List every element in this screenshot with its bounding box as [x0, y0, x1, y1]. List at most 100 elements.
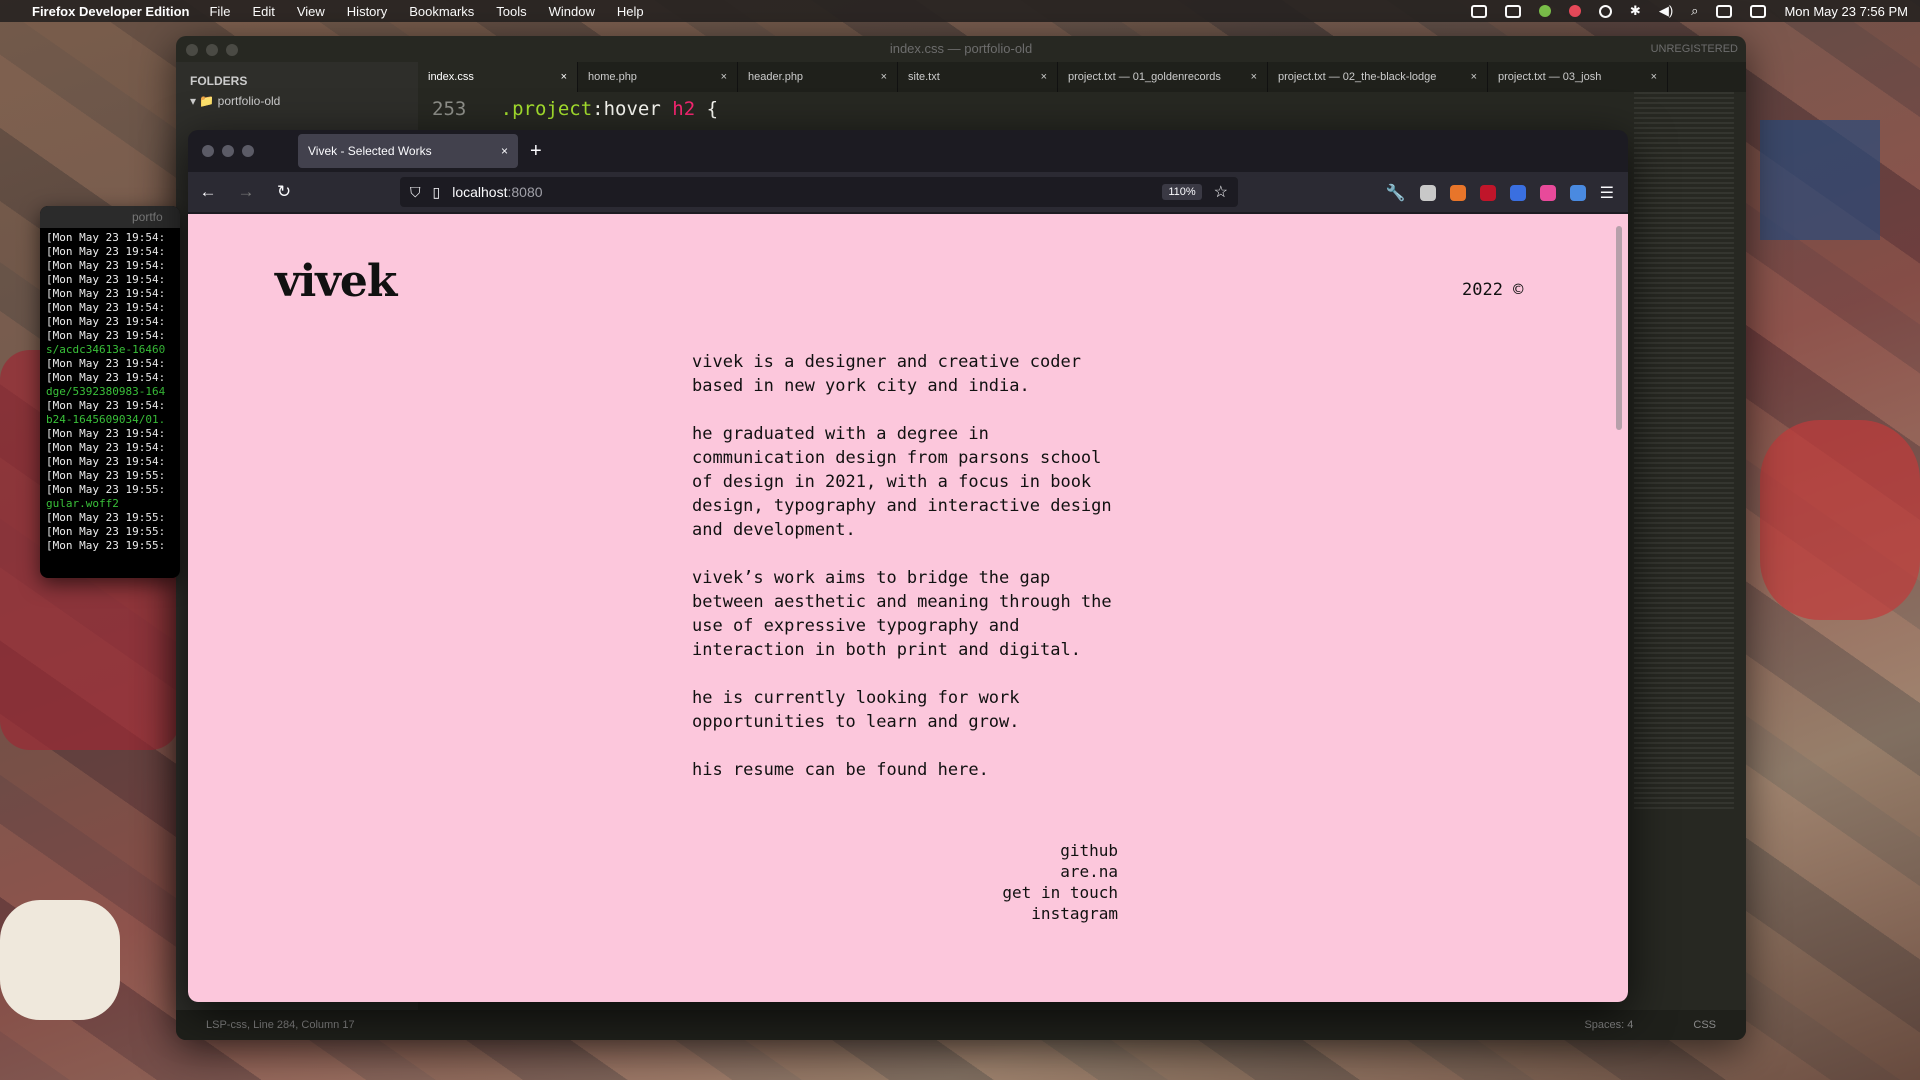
status-bar: LSP-css, Line 284, Column 17 Spaces: 4 C…	[176, 1010, 1746, 1040]
tab-project-01[interactable]: project.txt — 01_goldenrecords ×	[1058, 62, 1268, 92]
wifi-icon[interactable]	[1598, 4, 1612, 18]
spotlight-search-icon[interactable]: ⌕	[1691, 3, 1698, 19]
close-icon[interactable]: ×	[721, 71, 727, 83]
tab-site-txt[interactable]: site.txt ×	[898, 62, 1058, 92]
extension-icon[interactable]	[1419, 185, 1436, 201]
ublock-icon[interactable]	[1479, 185, 1496, 201]
menu-help[interactable]: Help	[617, 4, 644, 19]
dropbox-icon[interactable]	[1470, 4, 1487, 18]
bio-paragraph: he is currently looking for work opportu…	[692, 688, 1020, 732]
reload-button[interactable]: ↻	[274, 182, 294, 202]
browser-tab[interactable]: Vivek - Selected Works ×	[298, 134, 518, 168]
volume-icon[interactable]: ◀)	[1659, 3, 1673, 19]
battery-icon[interactable]	[1716, 4, 1733, 18]
bluetooth-icon[interactable]: ✱	[1630, 3, 1641, 19]
terminal-line: [Mon May 23 19:55:	[46, 525, 166, 538]
close-icon[interactable]: ×	[1651, 71, 1657, 83]
page-info-icon[interactable]: ▯	[433, 184, 441, 201]
github-link[interactable]: github	[1002, 840, 1118, 861]
tab-header-php[interactable]: header.php ×	[738, 62, 898, 92]
instagram-link[interactable]: instagram	[1002, 903, 1118, 924]
control-center-icon[interactable]	[1750, 4, 1767, 18]
color-picker-icon[interactable]	[1539, 185, 1556, 201]
terminal-line: [Mon May 23 19:54:	[46, 371, 166, 384]
tab-title: Vivek - Selected Works	[308, 144, 432, 158]
code-tag: h2	[672, 98, 696, 120]
folder-portfolio-old[interactable]: ▾ 📁 portfolio-old	[190, 94, 404, 108]
site-logo[interactable]: vivek	[275, 256, 397, 307]
menu-edit[interactable]: Edit	[252, 4, 274, 19]
terminal-line: [Mon May 23 19:54:	[46, 287, 166, 300]
minimap[interactable]	[1634, 92, 1734, 812]
close-button[interactable]	[186, 44, 198, 56]
sublime-title-bar: index.css — portfolio-old UNREGISTERED	[176, 36, 1746, 62]
bookmark-star-icon[interactable]: ☆	[1214, 182, 1228, 202]
status-syntax[interactable]: CSS	[1693, 1019, 1716, 1031]
firefox-window: Vivek - Selected Works × + ← → ↻ ⛉ ▯ loc…	[188, 130, 1628, 1002]
close-icon[interactable]: ×	[1041, 71, 1047, 83]
minimize-button[interactable]	[206, 44, 218, 56]
tab-project-03[interactable]: project.txt — 03_josh ×	[1488, 62, 1668, 92]
menu-history[interactable]: History	[347, 4, 387, 19]
terminal-line: [Mon May 23 19:54:	[46, 455, 166, 468]
menu-tools[interactable]: Tools	[496, 4, 526, 19]
zoom-button[interactable]	[242, 145, 254, 157]
clock[interactable]: Mon May 23 7:56 PM	[1784, 4, 1908, 19]
bio-paragraph: he graduated with a degree in communicat…	[692, 424, 1112, 540]
terminal-line: [Mon May 23 19:54:	[46, 259, 166, 272]
extension-icon[interactable]	[1449, 185, 1466, 201]
close-icon[interactable]: ×	[881, 71, 887, 83]
tab-index-css[interactable]: index.css ×	[418, 62, 578, 92]
arena-link[interactable]: are.na	[1002, 861, 1118, 882]
terminal-line: [Mon May 23 19:54:	[46, 427, 166, 440]
resume-paragraph[interactable]: his resume can be found here.	[692, 758, 1132, 782]
scrollbar-thumb[interactable]	[1616, 226, 1622, 430]
hamburger-menu-icon[interactable]: ☰	[1600, 183, 1614, 203]
wrench-icon[interactable]: 🔧	[1386, 183, 1406, 203]
status-indentation[interactable]: Spaces: 4	[1584, 1019, 1633, 1031]
terminal-line: [Mon May 23 19:54:	[46, 301, 166, 314]
terminal-line: [Mon May 23 19:55:	[46, 511, 166, 524]
menu-window[interactable]: Window	[549, 4, 595, 19]
close-tab-icon[interactable]: ×	[501, 144, 508, 158]
contact-link[interactable]: get in touch	[1002, 882, 1118, 903]
web-page: vivek 2022 © vivek is a designer and cre…	[188, 214, 1628, 1002]
address-bar[interactable]: ⛉ ▯ localhost:8080 110% ☆	[400, 177, 1238, 207]
terminal-output[interactable]: [Mon May 23 19:54: [Mon May 23 19:54: [Mon…	[40, 228, 180, 556]
zoom-button[interactable]	[226, 44, 238, 56]
extension-icon[interactable]	[1509, 185, 1526, 201]
terminal-line: [Mon May 23 19:54:	[46, 245, 166, 258]
lock-icon[interactable]	[1504, 4, 1521, 18]
menu-view[interactable]: View	[297, 4, 325, 19]
back-button[interactable]: ←	[198, 182, 218, 202]
forward-button[interactable]: →	[236, 182, 256, 202]
status-menus: ✱ ◀) ⌕ Mon May 23 7:56 PM	[1470, 3, 1908, 19]
close-button[interactable]	[202, 145, 214, 157]
zoom-level-button[interactable]: 110%	[1162, 184, 1202, 200]
tab-bar: Vivek - Selected Works × +	[188, 130, 1628, 172]
status-app-icon[interactable]	[1538, 5, 1551, 17]
app-menu-name[interactable]: Firefox Developer Edition	[32, 4, 189, 19]
minimize-button[interactable]	[222, 145, 234, 157]
terminal-line: [Mon May 23 19:54:	[46, 441, 166, 454]
social-links: github are.na get in touch instagram	[1002, 840, 1118, 924]
close-icon[interactable]: ×	[1251, 71, 1257, 83]
terminal-title: portfo	[40, 206, 180, 228]
line-number: 253	[432, 98, 467, 120]
close-icon[interactable]: ×	[1471, 71, 1477, 83]
terminal-line: [Mon May 23 19:55:	[46, 483, 166, 496]
terminal-line: [Mon May 23 19:54:	[46, 329, 166, 342]
menu-file[interactable]: File	[209, 4, 230, 19]
code-brace: {	[706, 98, 719, 120]
status-app-icon[interactable]	[1568, 5, 1581, 17]
terminal-line: [Mon May 23 19:54:	[46, 315, 166, 328]
menu-bookmarks[interactable]: Bookmarks	[409, 4, 474, 19]
url-port: :8080	[507, 184, 543, 200]
new-tab-button[interactable]: +	[530, 140, 542, 163]
translate-icon[interactable]	[1569, 185, 1586, 201]
tracking-protection-icon[interactable]: ⛉	[410, 184, 421, 201]
tab-home-php[interactable]: home.php ×	[578, 62, 738, 92]
extensions-toolbar: 🔧 ☰	[1386, 183, 1614, 203]
close-icon[interactable]: ×	[561, 71, 567, 83]
tab-project-02[interactable]: project.txt — 02_the-black-lodge ×	[1268, 62, 1488, 92]
